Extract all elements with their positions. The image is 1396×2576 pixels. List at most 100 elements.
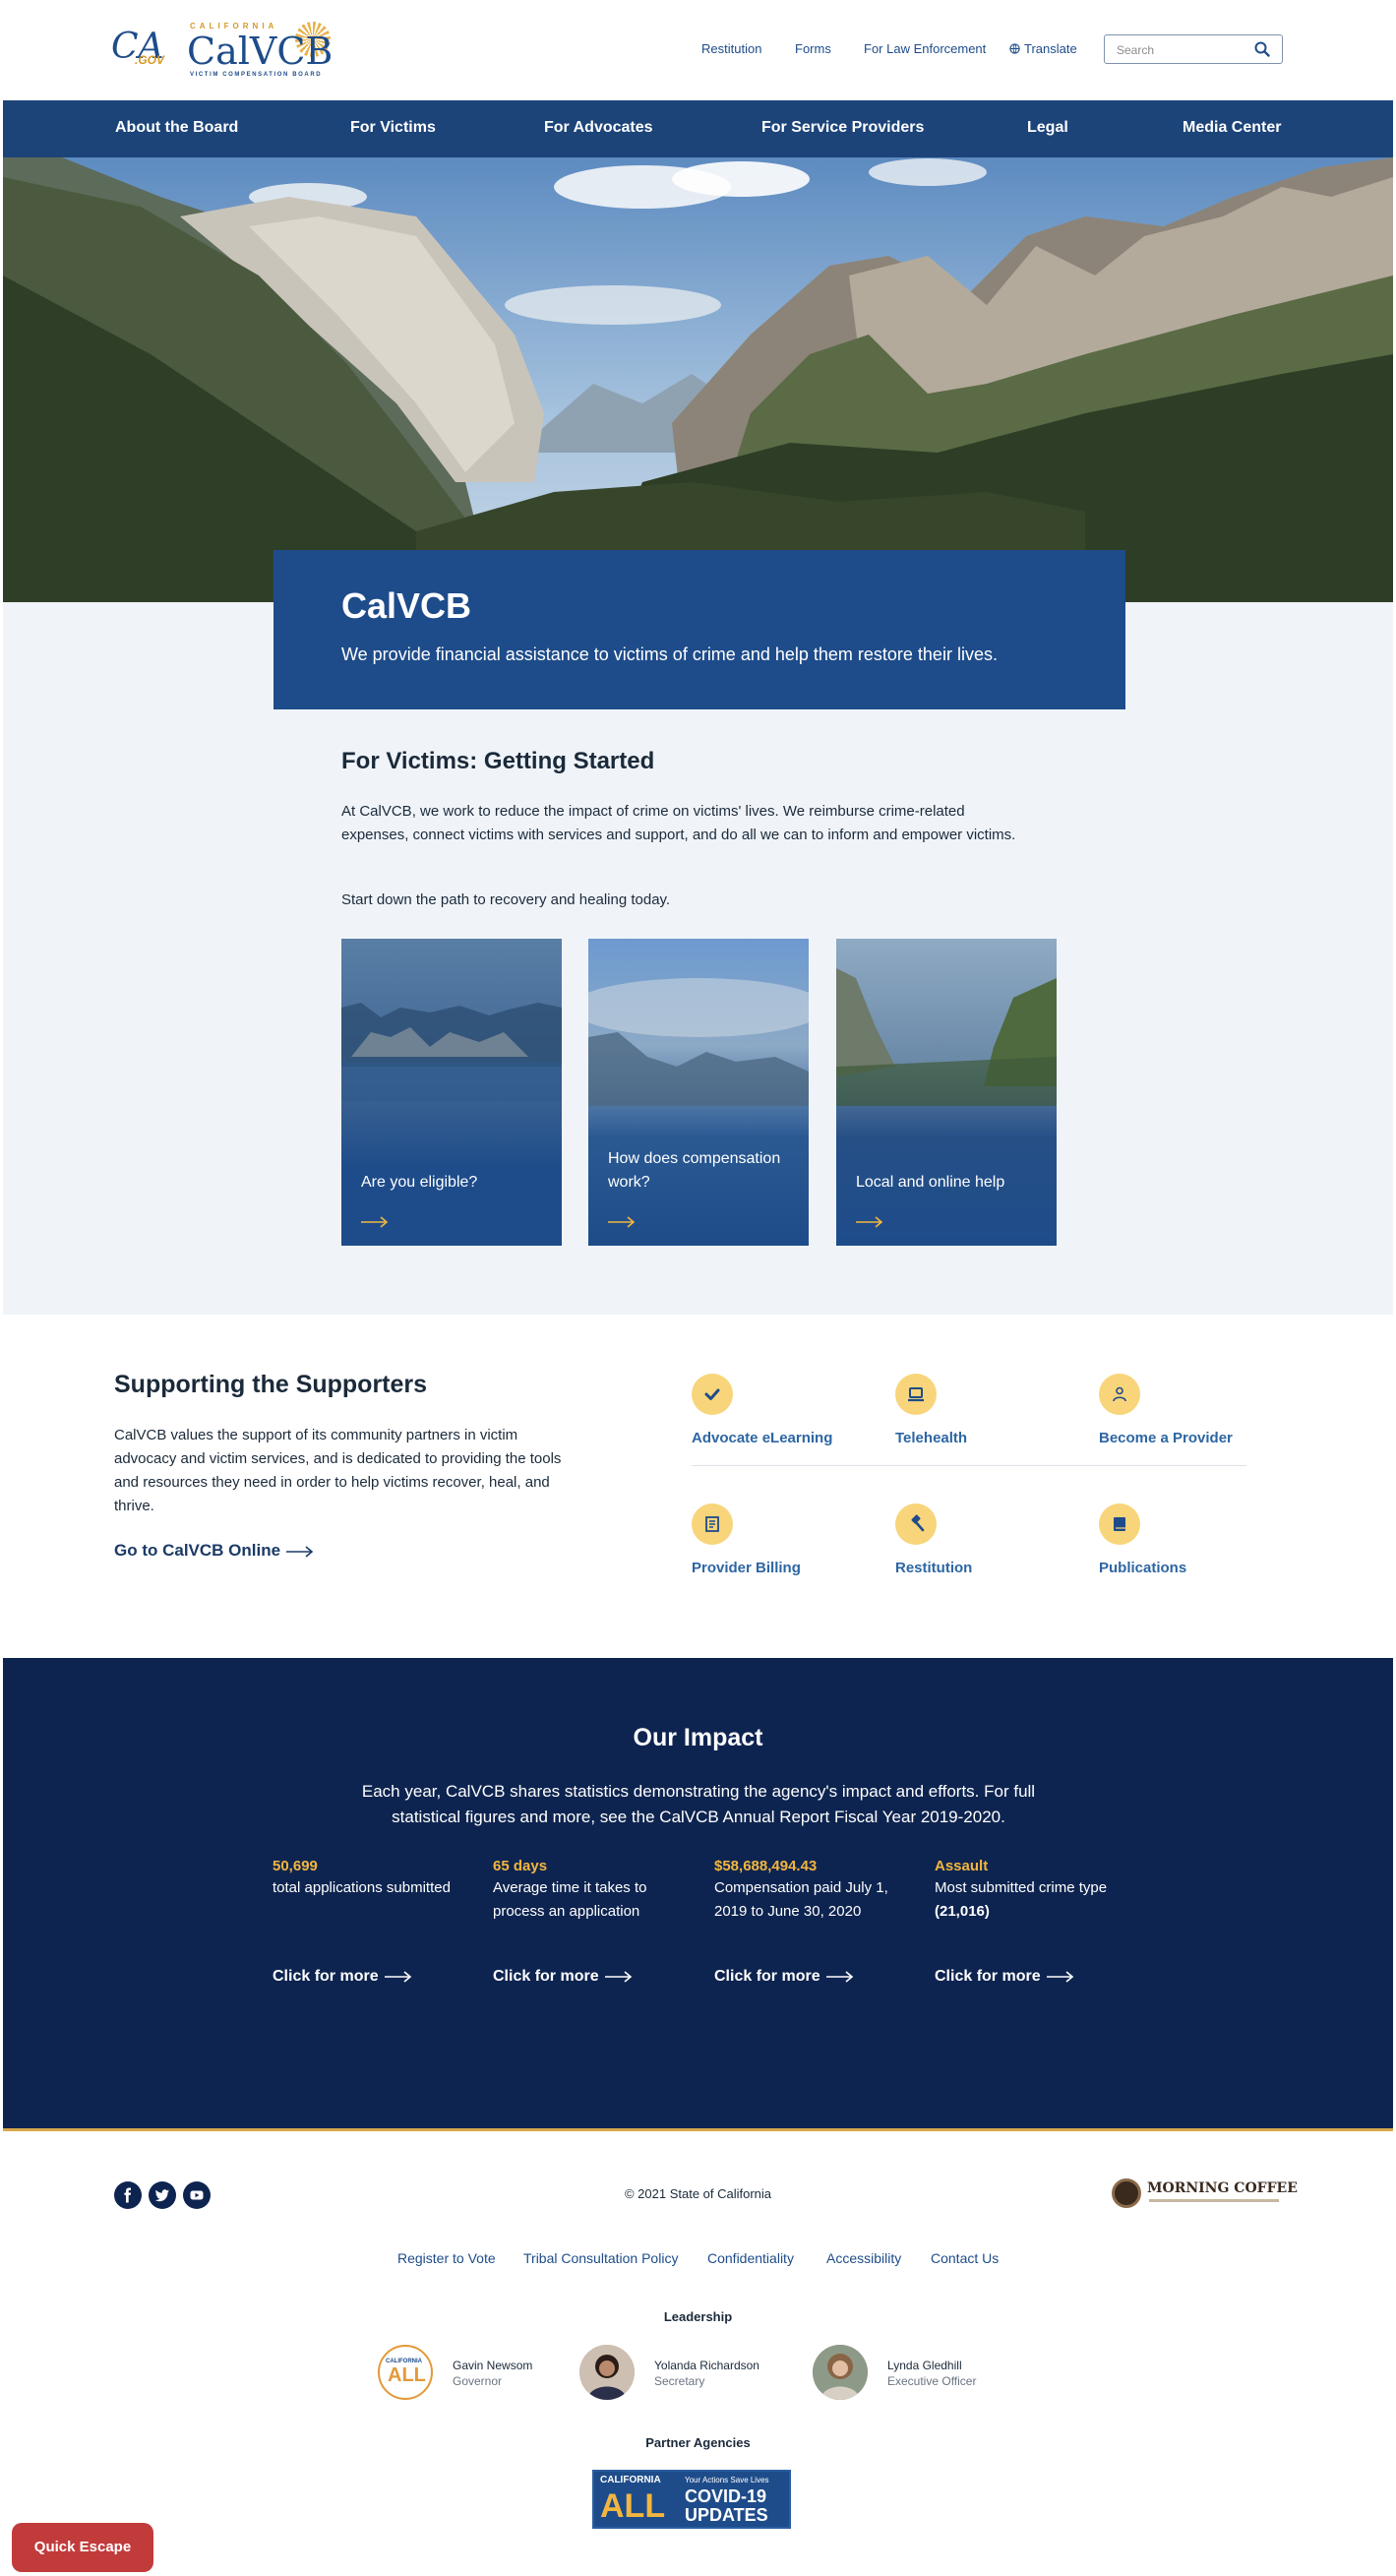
stat-number: 65 days (493, 1858, 548, 1874)
hero-title: CalVCB (341, 585, 472, 626)
translate-label: Translate (1024, 41, 1077, 56)
arrow-right-icon (286, 1545, 314, 1558)
card-label-local-help: Local and online help (856, 1174, 1005, 1191)
search-icon[interactable] (1254, 41, 1270, 57)
search-box (1104, 34, 1283, 64)
morning-coffee-text: MORNING COFFEE (1147, 2180, 1298, 2196)
ca-gov-logo[interactable]: CA .GOV (111, 28, 165, 73)
coffee-cup-icon (1112, 2178, 1141, 2208)
arrow-right-icon (608, 1216, 636, 1228)
getting-started-body: At CalVCB, we work to reduce the impact … (341, 803, 1016, 843)
covid-small-text: Your Actions Save Lives (685, 2476, 769, 2484)
card-compensation[interactable]: How does compensation work? (588, 939, 809, 1246)
card-local-help[interactable]: Local and online help (836, 939, 1057, 1246)
link-translate[interactable]: Translate (1009, 41, 1077, 56)
hero-subtitle: We provide financial assistance to victi… (341, 644, 998, 664)
laptop-icon (895, 1374, 937, 1415)
impact-text: Each year, CalVCB shares statistics demo… (361, 1782, 1036, 1826)
service-label: Advocate eLearning (692, 1430, 833, 1446)
leader-name: Lynda Gledhill (887, 2359, 962, 2372)
hero-banner: CalVCB We provide financial assistance t… (273, 550, 1125, 709)
footer-link-accessibility[interactable]: Accessibility (826, 2250, 901, 2266)
click-for-more-label: Click for more (493, 1968, 599, 1985)
click-for-more-link[interactable]: Click for more (493, 1968, 633, 1986)
click-for-more-link[interactable]: Click for more (935, 1968, 1074, 1986)
morning-coffee-tagline (1149, 2199, 1279, 2202)
stat-description: Compensation paid July 1, 2019 to June 3… (714, 1879, 888, 1920)
badge-all-text: ALL (388, 2364, 426, 2386)
morning-coffee-logo[interactable]: MORNING COFFEE (1112, 2177, 1298, 2210)
leader-role: Secretary (654, 2374, 705, 2388)
partner-agencies-title: Partner Agencies (645, 2435, 751, 2450)
arrow-right-icon (384, 1971, 411, 1983)
site-header: CA .GOV CALIFORNIA CalVCB VICTIM COMPENS… (0, 0, 1396, 100)
brand-subtitle: VICTIM COMPENSATION BOARD (190, 72, 323, 78)
search-input[interactable] (1117, 41, 1244, 59)
footer-link-tribal-consultation[interactable]: Tribal Consultation Policy (523, 2250, 678, 2266)
covid-ca-text: CALIFORNIA (600, 2475, 661, 2485)
leader-name: Yolanda Richardson (654, 2359, 759, 2372)
nav-about-the-board[interactable]: About the Board (115, 119, 238, 137)
services-divider (692, 1465, 1246, 1466)
card-eligibility[interactable]: Are you eligible? (341, 939, 562, 1246)
stat-extra: (21,016) (935, 1903, 990, 1920)
arrow-right-icon (825, 1971, 853, 1983)
card-label-eligible: Are you eligible? (361, 1174, 478, 1191)
click-for-more-label: Click for more (714, 1968, 820, 1985)
footer-link-contact-us[interactable]: Contact Us (931, 2250, 999, 2266)
card-image-lake (341, 939, 562, 1246)
nav-media-center[interactable]: Media Center (1183, 119, 1281, 137)
california-all-badge: CALIFORNIA ALL (378, 2345, 433, 2400)
ca-gov-logo-gov: .GOV (135, 53, 165, 67)
getting-started-body2: Start down the path to recovery and heal… (341, 891, 671, 908)
arrow-right-icon (1046, 1971, 1073, 1983)
click-for-more-link[interactable]: Click for more (273, 1968, 412, 1986)
covid-updates-banner[interactable]: CALIFORNIA ALL Your Actions Save Lives C… (592, 2470, 791, 2529)
nav-for-service-providers[interactable]: For Service Providers (761, 119, 924, 137)
covid-line2: UPDATES (685, 2505, 768, 2525)
getting-started-title: For Victims: Getting Started (341, 748, 655, 774)
calvcb-logo[interactable]: CALIFORNIA CalVCB VICTIM COMPENSATION BO… (187, 20, 333, 79)
gavel-icon (895, 1503, 937, 1545)
footer-link-confidentiality[interactable]: Confidentiality (707, 2250, 794, 2266)
supporters-title: Supporting the Supporters (114, 1371, 428, 1398)
click-for-more-link[interactable]: Click for more (714, 1968, 854, 1986)
covid-big-text: COVID-19 UPDATES (685, 2487, 768, 2525)
link-law-enforcement[interactable]: For Law Enforcement (864, 41, 986, 56)
nav-legal[interactable]: Legal (1027, 119, 1068, 137)
stat-desc-text: Most submitted crime type (935, 1879, 1108, 1896)
arrow-right-icon (361, 1216, 389, 1228)
book-icon (1099, 1503, 1140, 1545)
avatar (579, 2345, 635, 2400)
arrow-right-icon (604, 1971, 632, 1983)
stat-description: Average time it takes to process an appl… (493, 1879, 647, 1920)
impact-title: Our Impact (633, 1724, 763, 1751)
nav-for-advocates[interactable]: For Advocates (544, 119, 653, 137)
globe-icon (1009, 43, 1020, 54)
card-image-fog (588, 939, 809, 1246)
stat-number: $58,688,494.43 (714, 1858, 818, 1874)
footer-link-register-to-vote[interactable]: Register to Vote (397, 2250, 496, 2266)
click-for-more-label: Click for more (273, 1968, 379, 1985)
quick-escape-button[interactable]: Quick Escape (12, 2523, 153, 2572)
nav-for-victims[interactable]: For Victims (350, 119, 436, 137)
calvcb-online-link[interactable]: Go to CalVCB Online (114, 1541, 314, 1561)
impact-divider (3, 2128, 1393, 2131)
link-forms[interactable]: Forms (795, 41, 831, 56)
service-label: Become a Provider (1099, 1430, 1233, 1446)
leader-name: Gavin Newsom (453, 2359, 533, 2372)
service-label: Publications (1099, 1560, 1187, 1576)
stat-description: Most submitted crime type (21,016) (935, 1876, 1161, 1924)
leader-role: Governor (453, 2374, 503, 2388)
leader-role: Executive Officer (887, 2374, 977, 2388)
checkmark-icon (692, 1374, 733, 1415)
calvcb-online-label: Go to CalVCB Online (114, 1541, 281, 1560)
card-image-valley (836, 939, 1057, 1246)
service-label: Provider Billing (692, 1560, 801, 1576)
stat-applications: 50,699 total applications submitted (273, 1858, 479, 1900)
stat-processing-time: 65 days Average time it takes to process… (493, 1858, 699, 1924)
link-restitution[interactable]: Restitution (701, 41, 761, 56)
arrow-right-icon (856, 1216, 883, 1228)
hero-image (3, 157, 1393, 602)
leadership-title: Leadership (663, 2309, 733, 2324)
